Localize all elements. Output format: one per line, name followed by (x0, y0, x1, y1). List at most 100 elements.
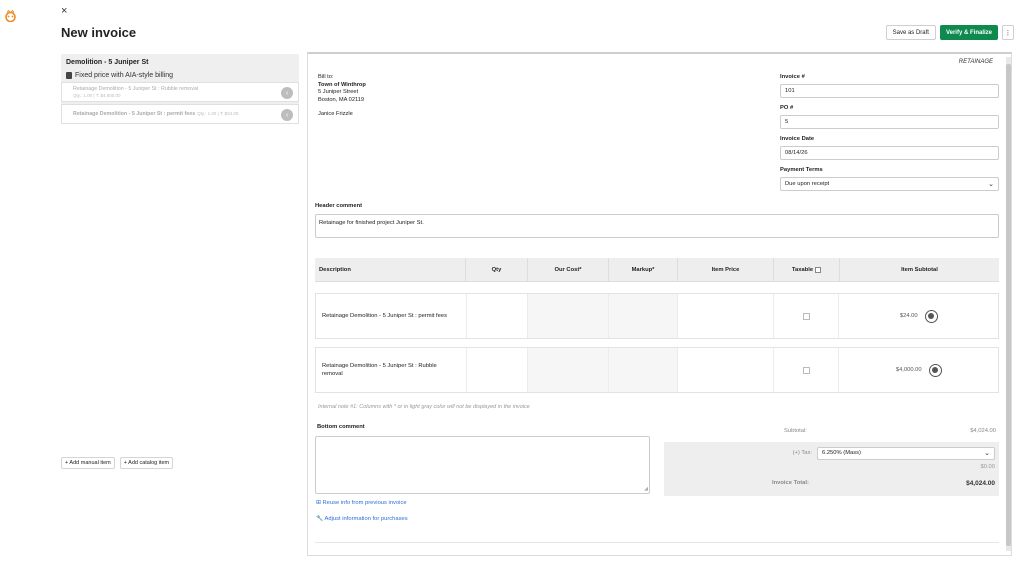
row-description[interactable]: Retainage Demolition - 5 Juniper St : pe… (316, 294, 467, 338)
invoice-type-tag: RETAINAGE (958, 59, 993, 65)
tax-row: (+) Tax: 6.250% (Mass) ⌄ (668, 446, 995, 460)
invoice-number-field[interactable]: 101 (780, 84, 999, 98)
reuse-previous-label: Reuse info from previous invoice (322, 500, 407, 506)
row-options-icon[interactable] (928, 363, 942, 377)
col-item-subtotal: Item Subtotal (901, 266, 938, 273)
row-our-cost[interactable] (528, 348, 610, 392)
col-markup: Markup* (609, 258, 678, 281)
bottom-comment-field[interactable]: ◢ (315, 436, 650, 494)
invoice-fields: Invoice # 101 PO # 5 Invoice Date 08/14/… (780, 74, 999, 198)
subtotal-value: $4,024.00 (970, 428, 996, 434)
resize-handle-icon[interactable]: ◢ (644, 486, 648, 492)
row-qty[interactable] (467, 294, 529, 338)
line-items-header: Description Qty Our Cost* Markup* Item P… (315, 258, 999, 282)
adjust-purchases-label: Adjust information for purchases (324, 516, 408, 522)
chevron-down-icon: ⌄ (988, 181, 994, 188)
subtotal-row: Subtotal: $4,024.00 (664, 424, 999, 438)
save-draft-button[interactable]: Save as Draft (885, 25, 936, 40)
row-item-price[interactable] (678, 348, 774, 392)
bill-to-address-line1: 5 Juniper Street (318, 89, 359, 95)
table-row: Retainage Demolition - 5 Juniper St : pe… (315, 293, 999, 339)
row-subtotal: $4,000.00 (839, 348, 998, 392)
invoice-total-value: $4,024.00 (966, 479, 995, 487)
add-catalog-item-button[interactable]: + Add catalog item (119, 457, 174, 469)
wrench-icon: 🔧 (316, 516, 324, 522)
project-header: Demolition - 5 Juniper St Fixed price wi… (61, 54, 299, 82)
payment-terms-select[interactable]: Due upon receipt ⌄ (780, 177, 999, 191)
payment-terms-label: Payment Terms (780, 167, 823, 173)
table-row: Retainage Demolition - 5 Juniper St : Ru… (315, 347, 999, 393)
reuse-previous-link[interactable]: ⊞ Reuse info from previous invoice (316, 500, 407, 506)
taxable-checkbox[interactable] (802, 366, 810, 374)
col-our-cost: Our Cost* (528, 258, 609, 281)
project-title: Demolition - 5 Juniper St (66, 59, 149, 66)
row-subtotal: $24.00 (839, 294, 998, 338)
tax-label: (+) Tax: (792, 450, 812, 456)
bill-to-label: Bill to: (318, 74, 334, 80)
payment-terms-value: Due upon receipt (785, 181, 830, 187)
add-manual-item-button[interactable]: + Add manual item (61, 457, 115, 469)
top-actions: Save as Draft Verify & Finalize ⋮ (885, 25, 1014, 40)
totals-block: Subtotal: $4,024.00 (+) Tax: 6.250% (Mas… (664, 424, 999, 496)
col-taxable: Taxable (774, 258, 840, 281)
internal-note: Internal note #1: Columns with * or in l… (318, 404, 530, 410)
col-taxable-label: Taxable (791, 266, 814, 273)
col-description: Description (315, 258, 466, 281)
invoice-total-row: Invoice Total: $4,024.00 (668, 474, 995, 492)
item-label: Retainage Demolition - 5 Juniper St : Ru… (73, 86, 199, 92)
row-options-icon[interactable] (924, 309, 938, 323)
row-subtotal-value: $4,000.00 (895, 367, 922, 373)
invoice-date-label: Invoice Date (780, 136, 815, 142)
add-arrow-icon[interactable]: ‹ (281, 109, 293, 121)
list-item[interactable]: Retainage Demolition - 5 Juniper St : pe… (61, 104, 299, 124)
row-markup[interactable] (609, 294, 678, 338)
adjust-purchases-link[interactable]: 🔧 Adjust information for purchases (316, 516, 408, 522)
tax-rate-value: 6.250% (Mass) (822, 450, 861, 456)
bill-to-name: Town of Winthrop (318, 81, 366, 88)
taxable-checkbox[interactable] (802, 312, 810, 320)
po-number-field[interactable]: 5 (780, 115, 999, 129)
row-our-cost[interactable] (528, 294, 610, 338)
item-label: Retainage Demolition - 5 Juniper St : pe… (73, 111, 196, 117)
row-markup[interactable] (609, 348, 678, 392)
more-options-button[interactable]: ⋮ (1002, 25, 1014, 40)
items-panel: Demolition - 5 Juniper St Fixed price wi… (61, 54, 299, 126)
plus-box-icon: ⊞ (316, 500, 321, 506)
invoice-total-label: Invoice Total: (772, 480, 809, 486)
row-subtotal-value: $24.00 (899, 313, 918, 319)
header-comment-field[interactable]: Retainage for finished project Juniper S… (315, 214, 999, 238)
subtotal-label: Subtotal: (784, 428, 807, 434)
divider (315, 542, 999, 543)
billing-type-label: Fixed price with AIA-style billing (75, 72, 174, 79)
item-list: Retainage Demolition - 5 Juniper St : Ru… (61, 82, 299, 124)
item-meta: Qty.: 1.00 | T: $4,000.00 (73, 93, 121, 98)
col-qty: Qty (466, 258, 528, 281)
po-number-label: PO # (780, 105, 794, 111)
bill-to-address-line2: Boston, MA 02119 (318, 96, 365, 103)
invoice-date-field[interactable]: 08/14/26 (780, 146, 999, 160)
tax-total-box: (+) Tax: 6.250% (Mass) ⌄ $0.00 Invoice T… (664, 442, 999, 496)
bottom-comment-label: Bottom comment (317, 424, 365, 430)
bill-to-block: Bill to: Town of Winthrop 5 Juniper Stre… (318, 74, 366, 119)
taxable-all-checkbox[interactable] (815, 266, 822, 273)
building-icon (66, 72, 72, 79)
verify-finalize-button[interactable]: Verify & Finalize (939, 25, 998, 40)
row-qty[interactable] (467, 348, 529, 392)
chevron-down-icon: ⌄ (984, 450, 990, 457)
page-title: New invoice (61, 25, 137, 40)
header-comment-label: Header comment (315, 203, 363, 209)
tax-rate-select[interactable]: 6.250% (Mass) ⌄ (817, 446, 995, 460)
list-item[interactable]: Retainage Demolition - 5 Juniper St : Ru… (61, 82, 299, 102)
owl-logo-icon (5, 10, 16, 22)
scrollbar-thumb[interactable] (1006, 64, 1011, 546)
tax-amount: $0.00 (980, 464, 995, 470)
add-item-actions: + Add manual item + Add catalog item (61, 457, 174, 469)
item-meta: Qty.: 1.00 | T: $24.00 (197, 111, 239, 116)
close-icon[interactable]: × (61, 6, 67, 17)
invoice-card: RETAINAGE Bill to: Town of Winthrop 5 Ju… (307, 52, 1012, 556)
row-item-price[interactable] (678, 294, 774, 338)
row-description[interactable]: Retainage Demolition - 5 Juniper St : Ru… (316, 348, 467, 392)
invoice-number-label: Invoice # (780, 74, 805, 80)
add-arrow-icon[interactable]: ‹ (281, 87, 293, 99)
billing-type: Fixed price with AIA-style billing (66, 72, 294, 79)
